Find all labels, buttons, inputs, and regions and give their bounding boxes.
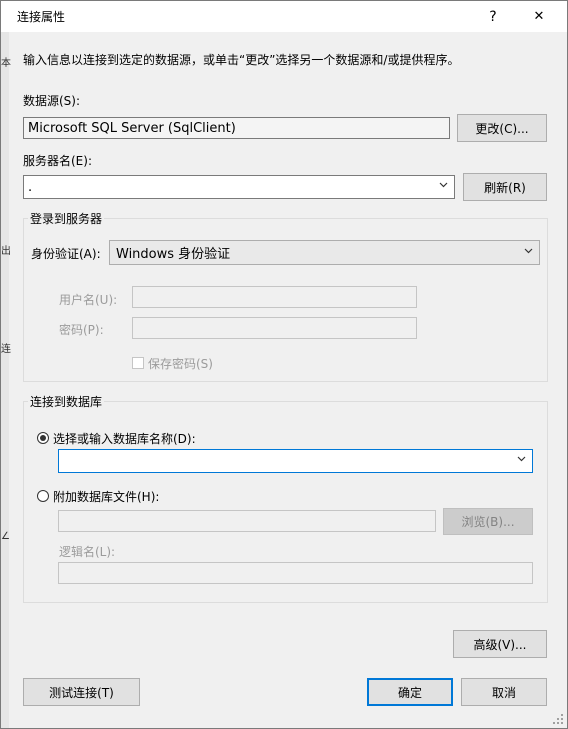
username-label: 用户名(U): <box>59 293 118 307</box>
browse-button[interactable]: 浏览(B)... <box>443 508 533 535</box>
datasource-label: 数据源(S): <box>23 94 81 108</box>
background-window-strip: 本 出 连 ∠ <box>1 32 11 728</box>
close-icon: ✕ <box>533 9 545 24</box>
datasource-value: Microsoft SQL Server (SqlClient) <box>28 120 236 136</box>
resize-grip-icon[interactable] <box>553 714 563 724</box>
password-input[interactable] <box>132 317 417 339</box>
refresh-button[interactable]: 刷新(R) <box>463 173 547 201</box>
background-fragment: ∠ <box>1 531 10 542</box>
login-group-title: 登录到服务器 <box>28 210 105 227</box>
auth-value: Windows 身份验证 <box>116 247 231 262</box>
chevron-down-icon <box>439 182 448 188</box>
title-bar[interactable]: 连接属性 ? ✕ <box>1 1 567 32</box>
background-fragment: 出 <box>1 246 11 257</box>
change-datasource-button[interactable]: 更改(C)... <box>457 114 547 142</box>
attach-database-label: 附加数据库文件(H): <box>53 490 160 504</box>
password-label: 密码(P): <box>59 323 104 337</box>
logical-name-input[interactable] <box>58 562 533 584</box>
window-title: 连接属性 <box>17 10 66 24</box>
help-button[interactable]: ? <box>475 1 511 32</box>
attach-database-radio[interactable] <box>37 490 49 502</box>
server-name-combobox[interactable]: . <box>23 175 455 199</box>
background-fragment: 连 <box>1 344 11 355</box>
datasource-field: Microsoft SQL Server (SqlClient) <box>23 117 450 139</box>
auth-combobox[interactable]: Windows 身份验证 <box>109 240 540 265</box>
intro-text: 输入信息以连接到选定的数据源，或单击“更改”选择另一个数据源和/或提供程序。 <box>23 53 460 67</box>
save-password-checkbox[interactable] <box>132 357 144 369</box>
server-label: 服务器名(E): <box>23 154 92 168</box>
cancel-button[interactable]: 取消 <box>461 678 547 706</box>
background-fragment: 本 <box>1 58 11 69</box>
connection-properties-dialog: 连接属性 ? ✕ 本 出 连 ∠ 输入信息以连接到选定的数据源，或单击“更改”选… <box>0 0 568 729</box>
close-button[interactable]: ✕ <box>521 1 557 32</box>
advanced-button[interactable]: 高级(V)... <box>453 630 547 658</box>
ok-button[interactable]: 确定 <box>367 678 453 706</box>
chevron-down-icon <box>517 456 526 462</box>
server-name-value: . <box>28 179 33 195</box>
select-database-label: 选择或输入数据库名称(D): <box>53 432 196 446</box>
chevron-down-icon <box>524 248 533 253</box>
username-input[interactable] <box>132 286 417 308</box>
logical-name-label: 逻辑名(L): <box>59 545 116 559</box>
attach-file-input[interactable] <box>58 510 436 532</box>
database-name-combobox[interactable] <box>58 449 533 473</box>
select-database-radio[interactable] <box>37 432 49 444</box>
database-group-title: 连接到数据库 <box>28 393 105 410</box>
save-password-label: 保存密码(S) <box>148 357 213 371</box>
test-connection-button[interactable]: 测试连接(T) <box>23 678 140 706</box>
auth-label: 身份验证(A): <box>31 247 101 261</box>
help-icon: ? <box>489 8 497 25</box>
